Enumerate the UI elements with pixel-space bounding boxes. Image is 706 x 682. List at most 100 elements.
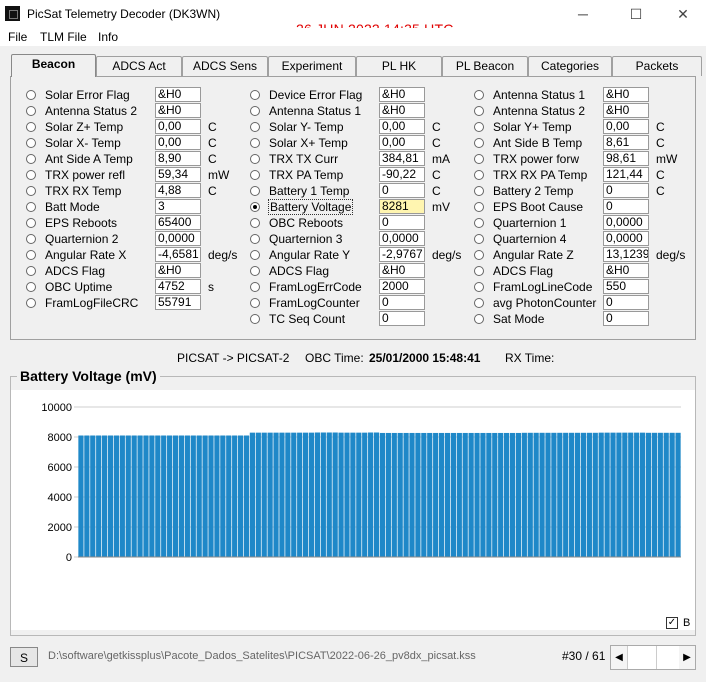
- field-label[interactable]: Quarternion 1: [492, 216, 567, 230]
- tab-pl-hk[interactable]: PL HK: [356, 56, 442, 76]
- field-label[interactable]: Solar Y+ Temp: [492, 120, 573, 134]
- field-radio[interactable]: [250, 186, 260, 196]
- field-radio[interactable]: [250, 282, 260, 292]
- field-radio[interactable]: [250, 138, 260, 148]
- field-label[interactable]: Antenna Status 2: [44, 104, 138, 118]
- field-radio[interactable]: [474, 154, 484, 164]
- field-radio[interactable]: [26, 266, 36, 276]
- field-radio[interactable]: [26, 234, 36, 244]
- field-label[interactable]: Batt Mode: [44, 200, 101, 214]
- field-label[interactable]: TRX PA Temp: [268, 168, 344, 182]
- tab-pl-beacon[interactable]: PL Beacon: [442, 56, 528, 76]
- field-label[interactable]: Battery Voltage: [268, 199, 354, 215]
- field-label[interactable]: ADCS Flag: [268, 264, 330, 278]
- field-label[interactable]: TRX TX Curr: [268, 152, 339, 166]
- close-button[interactable]: ✕: [660, 2, 706, 26]
- field-label[interactable]: Solar Z+ Temp: [44, 120, 124, 134]
- field-label[interactable]: Antenna Status 2: [492, 104, 586, 118]
- field-radio[interactable]: [474, 122, 484, 132]
- menu-tlm-file[interactable]: TLM File: [40, 30, 87, 44]
- field-label[interactable]: Angular Rate X: [44, 248, 127, 262]
- field-label[interactable]: Battery 2 Temp: [492, 184, 574, 198]
- field-label[interactable]: OBC Reboots: [268, 216, 344, 230]
- field-radio[interactable]: [250, 90, 260, 100]
- field-label[interactable]: Antenna Status 1: [268, 104, 362, 118]
- tab-experiment[interactable]: Experiment: [268, 56, 356, 76]
- field-radio[interactable]: [26, 298, 36, 308]
- scroll-right-arrow-icon[interactable]: ▶: [679, 646, 695, 669]
- field-label[interactable]: Solar Y- Temp: [268, 120, 345, 134]
- field-radio[interactable]: [474, 90, 484, 100]
- field-radio[interactable]: [26, 122, 36, 132]
- field-radio[interactable]: [250, 154, 260, 164]
- tab-beacon[interactable]: Beacon: [11, 54, 96, 77]
- tab-adcs-act[interactable]: ADCS Act: [96, 56, 182, 76]
- field-label[interactable]: TRX RX Temp: [44, 184, 122, 198]
- minimize-button[interactable]: ─: [560, 2, 606, 26]
- field-label[interactable]: Ant Side B Temp: [492, 136, 583, 150]
- field-label[interactable]: Quarternion 2: [44, 232, 119, 246]
- tab-adcs-sens[interactable]: ADCS Sens: [182, 56, 268, 76]
- field-label[interactable]: Angular Rate Z: [492, 248, 575, 262]
- field-radio[interactable]: [474, 234, 484, 244]
- field-radio[interactable]: [250, 266, 260, 276]
- field-radio[interactable]: [26, 186, 36, 196]
- field-radio[interactable]: [474, 138, 484, 148]
- field-label[interactable]: Quarternion 4: [492, 232, 567, 246]
- field-radio[interactable]: [474, 170, 484, 180]
- field-radio[interactable]: [26, 90, 36, 100]
- series-checkbox[interactable]: ✓: [666, 617, 678, 629]
- field-label[interactable]: avg PhotonCounter: [492, 296, 597, 310]
- field-radio[interactable]: [26, 106, 36, 116]
- field-radio[interactable]: [26, 218, 36, 228]
- field-radio[interactable]: [474, 202, 484, 212]
- field-radio[interactable]: [250, 122, 260, 132]
- field-radio[interactable]: [250, 170, 260, 180]
- field-radio[interactable]: [474, 186, 484, 196]
- field-radio[interactable]: [26, 170, 36, 180]
- field-label[interactable]: Solar X- Temp: [44, 136, 122, 150]
- field-radio[interactable]: [474, 298, 484, 308]
- field-label[interactable]: Solar Error Flag: [44, 88, 131, 102]
- field-label[interactable]: Sat Mode: [492, 312, 545, 326]
- tab-packets[interactable]: Packets: [612, 56, 702, 76]
- field-radio[interactable]: [250, 298, 260, 308]
- field-radio[interactable]: [250, 218, 260, 228]
- field-label[interactable]: Battery 1 Temp: [268, 184, 350, 198]
- field-label[interactable]: TRX power forw: [492, 152, 580, 166]
- field-radio[interactable]: [26, 202, 36, 212]
- field-label[interactable]: Quarternion 3: [268, 232, 343, 246]
- field-label[interactable]: TRX power refl: [44, 168, 126, 182]
- tab-categories[interactable]: Categories: [528, 56, 612, 76]
- packet-scrollbar[interactable]: ◀ ▶: [610, 645, 696, 670]
- field-label[interactable]: TRX RX PA Temp: [492, 168, 588, 182]
- field-radio[interactable]: [26, 138, 36, 148]
- field-label[interactable]: ADCS Flag: [492, 264, 554, 278]
- field-label[interactable]: FramLogCounter: [268, 296, 361, 310]
- field-label[interactable]: EPS Boot Cause: [492, 200, 584, 214]
- s-button[interactable]: S: [10, 647, 38, 667]
- field-radio[interactable]: [250, 234, 260, 244]
- menu-file[interactable]: File: [8, 30, 27, 44]
- field-label[interactable]: EPS Reboots: [44, 216, 118, 230]
- field-radio[interactable]: [474, 218, 484, 228]
- field-radio[interactable]: [474, 250, 484, 260]
- field-radio[interactable]: [474, 106, 484, 116]
- field-label[interactable]: ADCS Flag: [44, 264, 106, 278]
- field-radio[interactable]: [250, 250, 260, 260]
- field-label[interactable]: Ant Side A Temp: [44, 152, 134, 166]
- field-label[interactable]: FramLogLineCode: [492, 280, 593, 294]
- field-radio[interactable]: [474, 266, 484, 276]
- scroll-thumb[interactable]: [627, 646, 657, 669]
- field-label[interactable]: Solar X+ Temp: [268, 136, 349, 150]
- maximize-button[interactable]: ☐: [613, 2, 659, 26]
- scroll-left-arrow-icon[interactable]: ◀: [611, 646, 627, 669]
- field-radio[interactable]: [250, 202, 260, 212]
- field-label[interactable]: Device Error Flag: [268, 88, 363, 102]
- menu-info[interactable]: Info: [98, 30, 118, 44]
- field-radio[interactable]: [26, 282, 36, 292]
- field-radio[interactable]: [26, 250, 36, 260]
- field-radio[interactable]: [474, 314, 484, 324]
- field-label[interactable]: Antenna Status 1: [492, 88, 586, 102]
- field-radio[interactable]: [250, 106, 260, 116]
